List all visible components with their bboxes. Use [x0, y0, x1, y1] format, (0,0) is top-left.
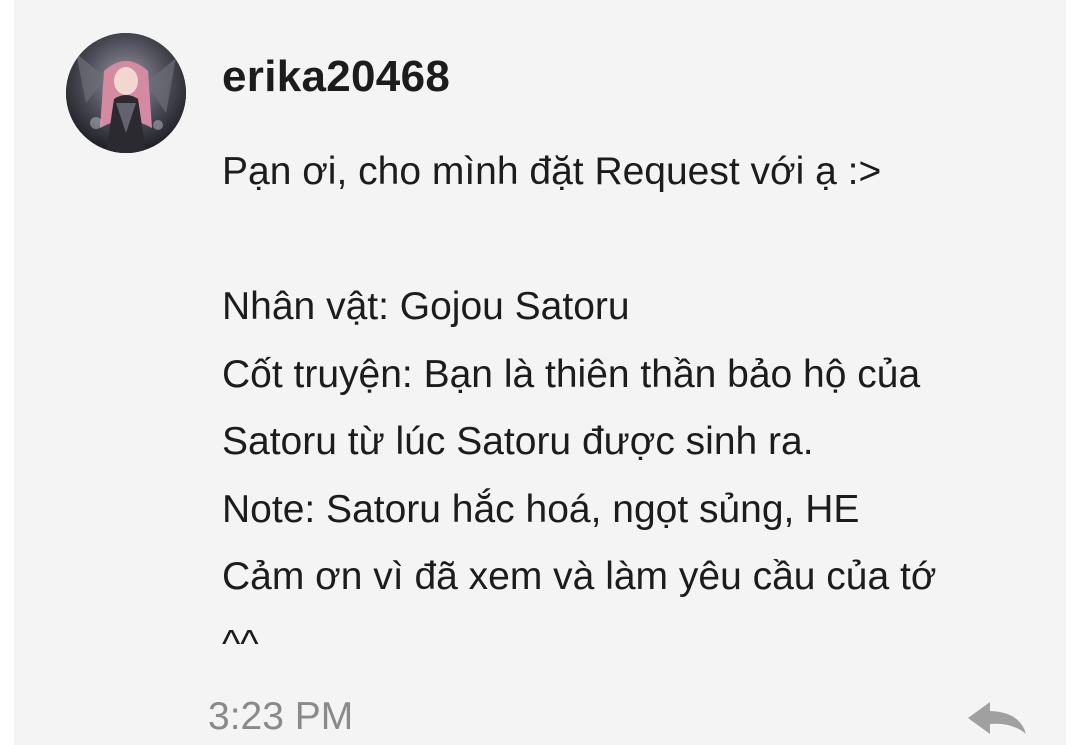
anime-character-avatar-icon: [66, 33, 186, 153]
message-line: Note: Satoru hắc hoá, ngọt sủng, HE: [222, 487, 860, 531]
message-line: Cảm ơn vì đã xem và làm yêu cầu của tớ: [222, 555, 937, 598]
reply-button[interactable]: [964, 698, 1030, 738]
comment-message: Pạn ơi, cho mình đặt Request với ạ :> Nh…: [222, 138, 1062, 678]
message-line: Cốt truyện: Bạn là thiên thần bảo hộ của: [222, 352, 921, 396]
message-line: ^^: [222, 622, 259, 666]
author-username[interactable]: erika20468: [222, 52, 450, 102]
message-line: [222, 206, 1062, 274]
reply-arrow-icon: [968, 702, 1026, 734]
message-line: Satoru từ lúc Satoru được sinh ra.: [222, 420, 814, 463]
comment-card: erika20468 Pạn ơi, cho mình đặt Request …: [14, 0, 1066, 745]
message-line: Pạn ơi, cho mình đặt Request với ạ :>: [222, 150, 882, 193]
message-line: Nhân vật: Gojou Satoru: [222, 285, 630, 328]
avatar[interactable]: [66, 33, 186, 153]
comment-timestamp: 3:23 PM: [208, 695, 354, 738]
